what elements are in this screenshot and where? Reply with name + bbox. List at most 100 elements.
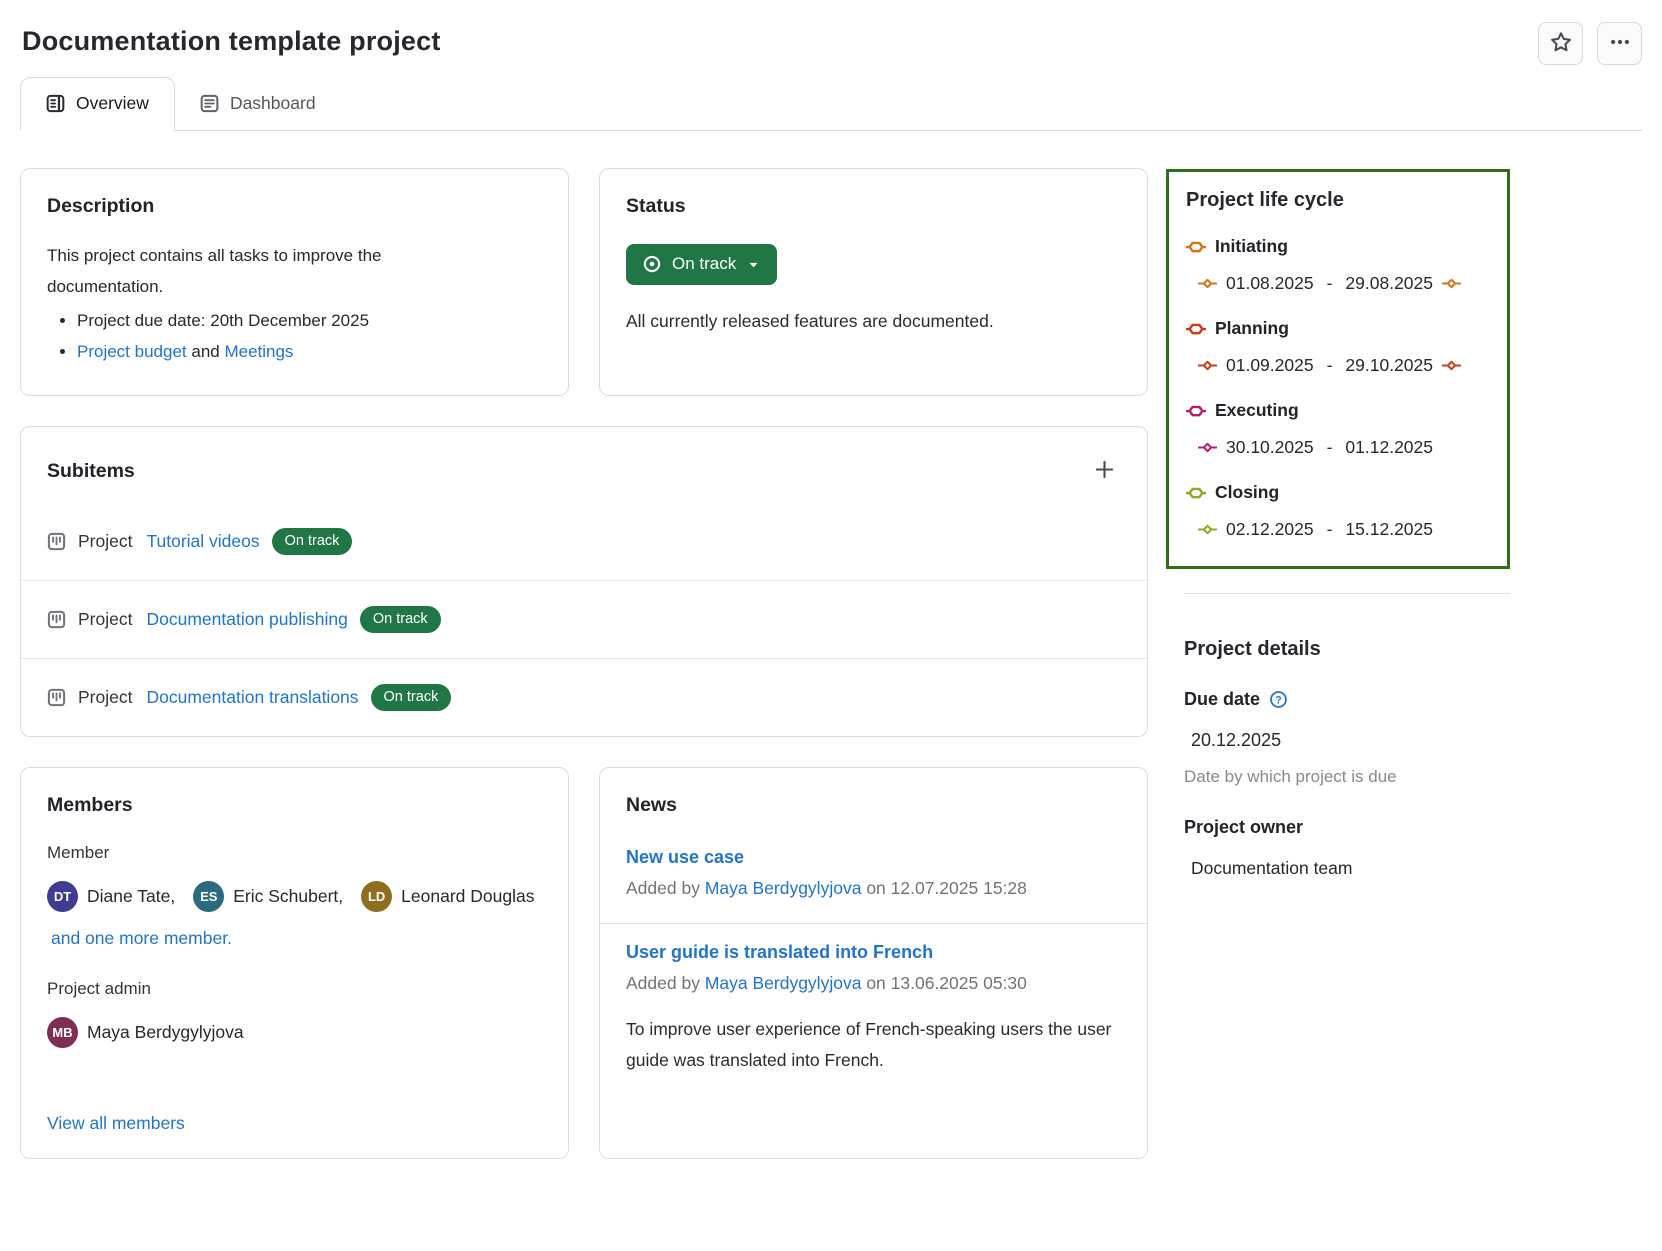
member-list: DT Diane Tate, ES Eric Schubert, LD Leon… (47, 881, 542, 912)
due-date-value: 20.12.2025 (1191, 730, 1510, 751)
avatar: LD (361, 881, 392, 912)
subitem-link[interactable]: Tutorial videos (146, 531, 259, 552)
phase-icon (1186, 237, 1206, 257)
subitem-row: Project Documentation publishing On trac… (21, 580, 1147, 658)
favorite-button[interactable] (1538, 22, 1583, 65)
phase-icon (1186, 401, 1206, 421)
chevron-down-icon (746, 257, 761, 272)
sidebar: Project life cycle Initiating 01.08.2025… (1166, 168, 1510, 879)
news-item: New use case Added by Maya Berdygylyjova… (600, 829, 1147, 923)
phase-start-date: 01.08.2025 (1226, 273, 1314, 294)
date-range-icon (1198, 520, 1217, 539)
subitem-type: Project (78, 687, 132, 708)
subitem-type: Project (78, 609, 132, 630)
member-chip: LD Leonard Douglas (361, 881, 534, 912)
member-chip: DT Diane Tate, (47, 881, 175, 912)
date-range-icon (1442, 356, 1461, 375)
page-title: Documentation template project (22, 26, 441, 57)
avatar: ES (193, 881, 224, 912)
news-heading: News (626, 794, 1121, 817)
meetings-link[interactable]: Meetings (224, 342, 293, 361)
phase-name: Closing (1215, 482, 1279, 503)
news-item-byline: Added by Maya Berdygylyjova on 12.07.202… (626, 878, 1121, 899)
news-item-byline: Added by Maya Berdygylyjova on 13.06.202… (626, 973, 1121, 994)
life-cycle-phase: Planning 01.09.2025 - 29.10.2025 (1186, 318, 1491, 376)
description-bullet-due-date: Project due date: 20th December 2025 (77, 305, 542, 336)
life-cycle-phase: Closing 02.12.2025 - 15.12.2025 (1186, 482, 1491, 540)
date-range-icon (1442, 274, 1461, 293)
admin-chip: MB Maya Berdygylyjova (47, 1017, 542, 1048)
news-author-link[interactable]: Maya Berdygylyjova (705, 973, 862, 993)
project-admin-label: Project admin (47, 979, 542, 999)
life-cycle-heading: Project life cycle (1186, 189, 1491, 212)
help-icon[interactable] (1269, 690, 1288, 709)
member-name: Leonard Douglas (401, 886, 534, 907)
tab-bar: Overview Dashboard (20, 77, 1642, 131)
status-dropdown-button[interactable]: On track (626, 244, 777, 285)
project-overview-page: Documentation template project Overview … (0, 0, 1662, 1251)
member-chip: ES Eric Schubert, (193, 881, 343, 912)
project-details-heading: Project details (1184, 638, 1510, 661)
phase-name: Initiating (1215, 236, 1288, 257)
member-role-label: Member (47, 843, 542, 863)
content-column: Description This project contains all ta… (20, 168, 1148, 1159)
status-heading: Status (626, 195, 1121, 218)
subitem-link[interactable]: Documentation translations (146, 687, 358, 708)
news-card: News New use case Added by Maya Berdygyl… (599, 767, 1148, 1159)
more-actions-button[interactable] (1597, 22, 1642, 65)
subitem-row: Project Tutorial videos On track (21, 503, 1147, 580)
project-budget-link[interactable]: Project budget (77, 342, 187, 361)
add-subitem-button[interactable] (1088, 453, 1121, 489)
project-icon (47, 532, 66, 551)
news-item-title-link[interactable]: New use case (626, 847, 744, 868)
avatar: DT (47, 881, 78, 912)
more-members-link[interactable]: and one more member. (51, 928, 542, 949)
status-badge: On track (371, 684, 452, 711)
status-button-label: On track (672, 254, 736, 274)
date-range-icon (1198, 438, 1217, 457)
phase-end-date: 01.12.2025 (1345, 437, 1433, 458)
news-author-link[interactable]: Maya Berdygylyjova (705, 878, 862, 898)
phase-start-date: 02.12.2025 (1226, 519, 1314, 540)
phase-icon (1186, 483, 1206, 503)
status-dot-icon (642, 254, 662, 274)
date-range-icon (1198, 356, 1217, 375)
description-card: Description This project contains all ta… (20, 168, 569, 396)
plus-icon (1094, 459, 1115, 483)
subitem-type: Project (78, 531, 132, 552)
subitem-link[interactable]: Documentation publishing (146, 609, 347, 630)
member-name: Eric Schubert, (233, 886, 343, 907)
avatar: MB (47, 1017, 78, 1048)
life-cycle-phase: Executing 30.10.2025 - 01.12.2025 (1186, 400, 1491, 458)
header-actions (1538, 22, 1642, 65)
phase-start-date: 01.09.2025 (1226, 355, 1314, 376)
ellipsis-icon (1609, 31, 1631, 56)
phase-name: Planning (1215, 318, 1289, 339)
project-owner-label: Project owner (1184, 817, 1303, 838)
tab-overview[interactable]: Overview (20, 77, 175, 131)
description-bullet-links: Project budget and Meetings (77, 336, 542, 367)
description-text: This project contains all tasks to impro… (47, 240, 487, 303)
view-all-members-link[interactable]: View all members (47, 1113, 542, 1134)
news-item: User guide is translated into French Add… (600, 923, 1147, 1099)
tab-dashboard-label: Dashboard (230, 93, 316, 114)
project-details-panel: Project details Due date 20.12.2025 Date… (1166, 594, 1510, 879)
description-list: Project due date: 20th December 2025 Pro… (47, 305, 542, 368)
member-name: Diane Tate, (87, 886, 175, 907)
date-range-icon (1198, 274, 1217, 293)
phase-name: Executing (1215, 400, 1299, 421)
members-heading: Members (47, 794, 542, 817)
tab-dashboard[interactable]: Dashboard (175, 77, 341, 130)
subitem-row: Project Documentation translations On tr… (21, 658, 1147, 736)
news-item-title-link[interactable]: User guide is translated into French (626, 942, 933, 963)
phase-icon (1186, 319, 1206, 339)
members-card: Members Member DT Diane Tate, ES Eric Sc… (20, 767, 569, 1159)
status-description: All currently released features are docu… (626, 311, 1121, 332)
star-icon (1550, 31, 1572, 56)
overview-icon (46, 94, 65, 113)
project-icon (47, 610, 66, 629)
project-icon (47, 688, 66, 707)
phase-end-date: 15.12.2025 (1345, 519, 1433, 540)
phase-start-date: 30.10.2025 (1226, 437, 1314, 458)
due-date-label: Due date (1184, 689, 1260, 710)
